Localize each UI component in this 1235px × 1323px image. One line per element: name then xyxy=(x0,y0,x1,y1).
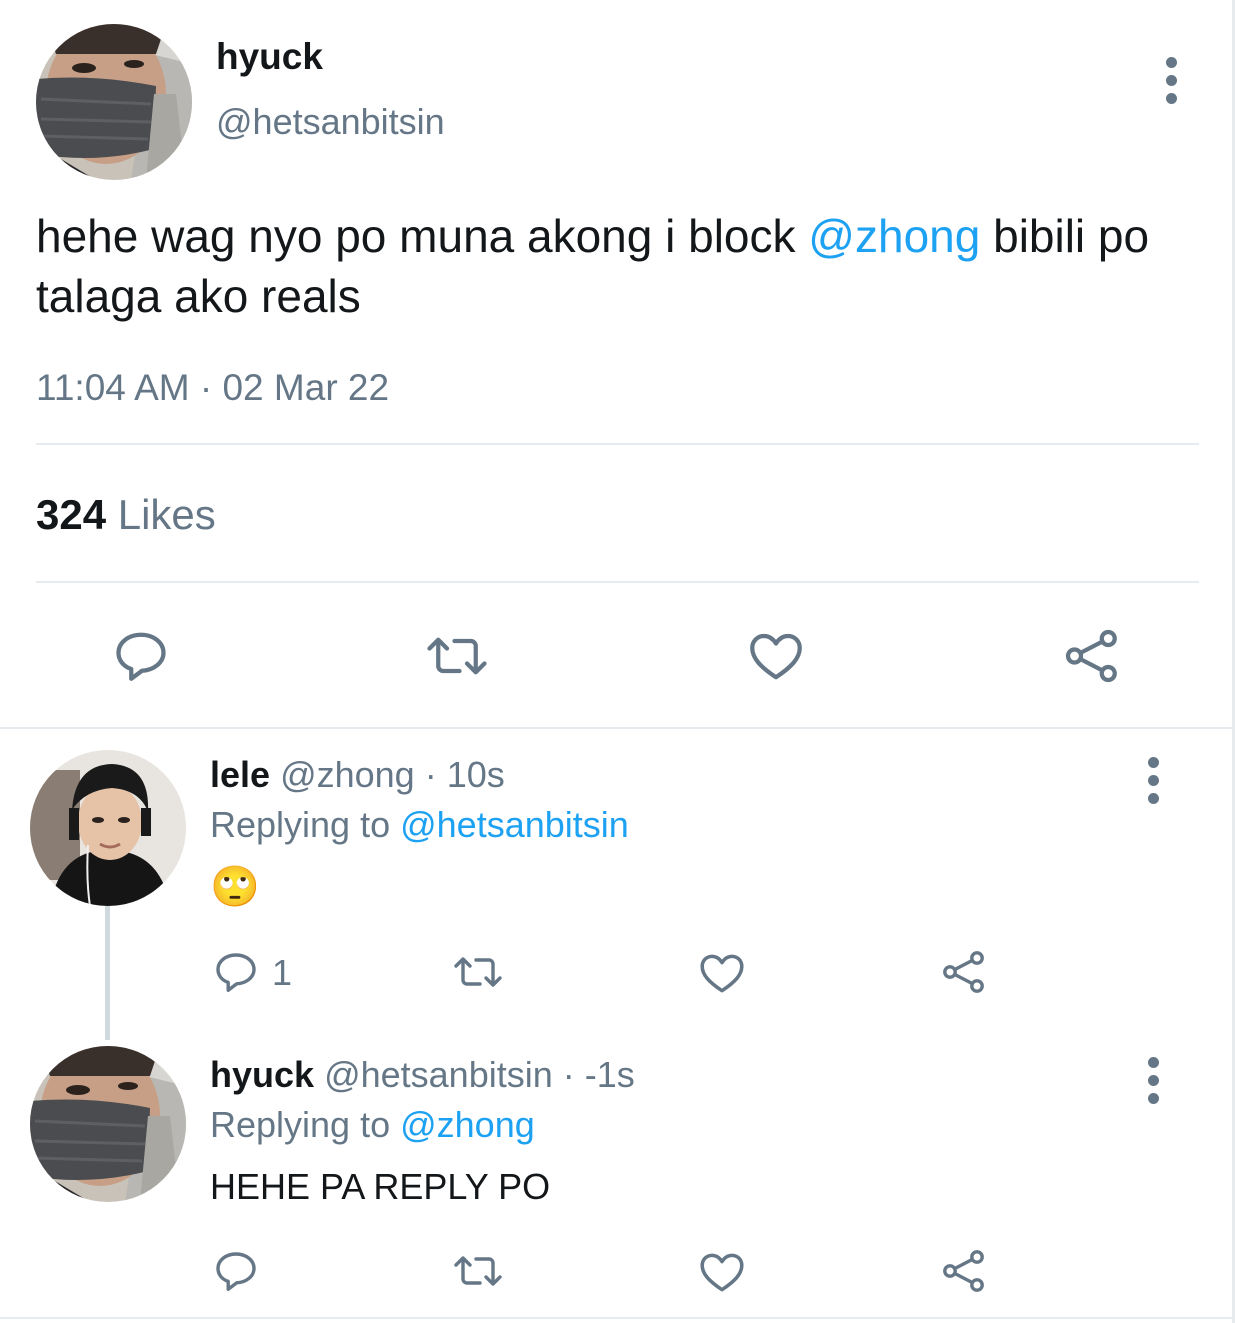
like-icon[interactable] xyxy=(697,948,747,998)
reply-header: hyuck @hetsanbitsin · -1s xyxy=(210,1054,635,1096)
reply-author-handle[interactable]: @hetsanbitsin xyxy=(324,1054,553,1095)
tweet-detail-page: hyuck @hetsanbitsin hehe wag nyo po muna… xyxy=(0,0,1235,1323)
separator: · xyxy=(189,367,223,408)
reply-author-name[interactable]: hyuck xyxy=(210,1054,314,1095)
reply-icon[interactable] xyxy=(212,948,260,996)
divider xyxy=(36,443,1199,445)
reply-icon[interactable] xyxy=(212,1247,260,1295)
more-options-icon[interactable] xyxy=(1143,1057,1163,1104)
retweet-icon[interactable] xyxy=(451,948,505,996)
avatar[interactable] xyxy=(30,750,186,906)
reply-text: HEHE PA REPLY PO xyxy=(210,1166,551,1207)
replying-to-link[interactable]: @hetsanbitsin xyxy=(400,804,629,845)
thread-line xyxy=(105,906,110,1040)
retweet-icon[interactable] xyxy=(424,626,490,686)
reply-count: 1 xyxy=(272,952,293,993)
share-icon[interactable] xyxy=(940,1247,988,1295)
replying-label: Replying to xyxy=(210,804,401,845)
like-icon[interactable] xyxy=(746,626,806,686)
tweet-timestamp: 11:04 AM · 02 Mar 22 xyxy=(36,367,389,409)
likes-count[interactable]: 324 Likes xyxy=(36,491,216,539)
author-name[interactable]: hyuck xyxy=(216,36,323,78)
divider xyxy=(0,727,1235,729)
replying-to: Replying to @hetsanbitsin xyxy=(210,804,629,846)
author-handle[interactable]: @hetsanbitsin xyxy=(216,101,445,143)
mention-link[interactable]: @zhong xyxy=(808,210,980,262)
avatar[interactable] xyxy=(36,24,192,180)
reply-text: 🙄 xyxy=(210,865,260,909)
tweet-time: 11:04 AM xyxy=(36,367,190,408)
likes-number: 324 xyxy=(36,491,107,538)
like-icon[interactable] xyxy=(697,1247,747,1297)
share-icon[interactable] xyxy=(940,948,988,996)
replying-to: Replying to @zhong xyxy=(210,1104,535,1146)
replying-label: Replying to xyxy=(210,1104,401,1145)
reply-icon[interactable] xyxy=(111,626,171,686)
tweet-text-part: hehe wag nyo po muna akong i block xyxy=(36,210,809,262)
likes-label: Likes xyxy=(106,491,216,538)
avatar[interactable] xyxy=(30,1046,186,1202)
reply-time: · -1s xyxy=(562,1054,635,1095)
retweet-icon[interactable] xyxy=(451,1247,505,1295)
more-options-icon[interactable] xyxy=(1161,57,1181,104)
reply-header: lele @zhong · 10s xyxy=(210,754,505,796)
tweet-date: 02 Mar 22 xyxy=(222,367,390,408)
divider xyxy=(36,581,1199,583)
tweet-text: hehe wag nyo po muna akong i block @zhon… xyxy=(36,206,1206,326)
reply-author-handle[interactable]: @zhong xyxy=(280,754,415,795)
reply-time: · 10s xyxy=(424,754,505,795)
divider xyxy=(0,1317,1235,1319)
reply-author-name[interactable]: lele xyxy=(210,754,270,795)
replying-to-link[interactable]: @zhong xyxy=(400,1104,535,1145)
share-icon[interactable] xyxy=(1062,626,1122,686)
more-options-icon[interactable] xyxy=(1143,757,1163,804)
